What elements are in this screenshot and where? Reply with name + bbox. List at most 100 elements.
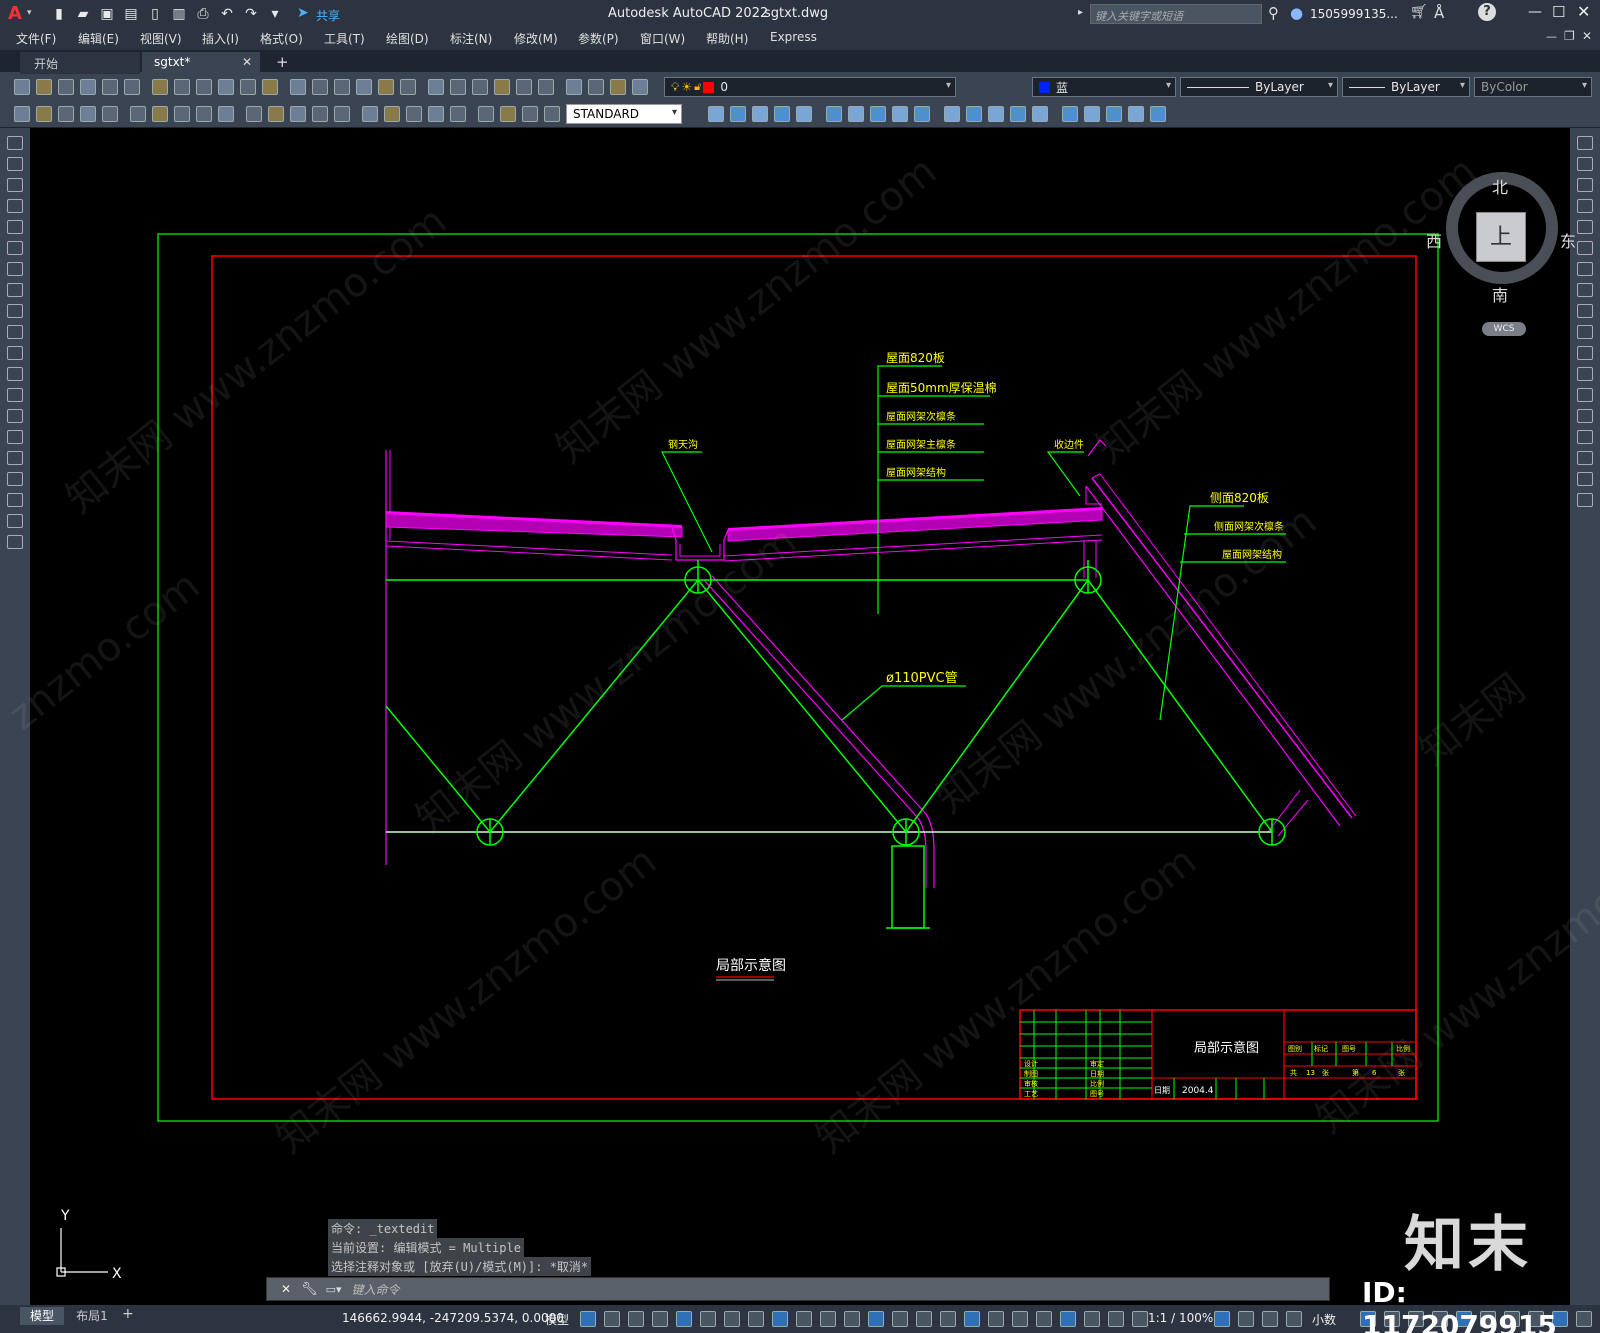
dimension-tool-2-icon[interactable]	[58, 106, 74, 122]
standard-tool-27-icon[interactable]	[632, 79, 648, 95]
draw-tool-3-icon[interactable]	[7, 199, 23, 213]
modify2-tool-11-icon[interactable]	[966, 106, 982, 122]
command-prompt-icon[interactable]: ▭▾	[326, 1283, 342, 1296]
status-toggle-22-icon[interactable]	[1108, 1311, 1124, 1327]
draw-tool-19-icon[interactable]	[7, 535, 23, 549]
new-tab-icon[interactable]: +	[276, 53, 289, 71]
standard-tool-1-icon[interactable]	[36, 79, 52, 95]
redo-icon[interactable]: ↷	[242, 5, 260, 23]
standard-tool-6-icon[interactable]	[152, 79, 168, 95]
status-toggle-21-icon[interactable]	[1084, 1311, 1100, 1327]
standard-tool-12-icon[interactable]	[290, 79, 306, 95]
dimension-tool-5-icon[interactable]	[130, 106, 146, 122]
modify-tool-3-icon[interactable]	[1577, 199, 1593, 213]
search-input[interactable]: 键入关键字或短语	[1090, 4, 1262, 24]
status-toggle-1-icon[interactable]	[604, 1311, 620, 1327]
menu-item-7[interactable]: 标注(N)	[450, 30, 492, 47]
draw-tool-5-icon[interactable]	[7, 241, 23, 255]
status-toggle-19-icon[interactable]	[1036, 1311, 1052, 1327]
menu-item-2[interactable]: 视图(V)	[140, 30, 182, 47]
dimension-tool-4-icon[interactable]	[102, 106, 118, 122]
open-web-icon[interactable]: ▯	[146, 5, 164, 23]
tab-model-layout[interactable]: 模型	[20, 1307, 64, 1325]
modify2-tool-10-icon[interactable]	[944, 106, 960, 122]
dimension-tool-6-icon[interactable]	[152, 106, 168, 122]
compass-south[interactable]: 南	[1492, 282, 1508, 306]
chevron-down-icon[interactable]: ▾	[946, 80, 951, 91]
dimension-tool-15-icon[interactable]	[362, 106, 378, 122]
modify2-tool-17-icon[interactable]	[1106, 106, 1122, 122]
maximize-icon[interactable]: ☐	[1552, 3, 1565, 21]
modify2-tool-0-icon[interactable]	[708, 106, 724, 122]
modify2-tool-16-icon[interactable]	[1084, 106, 1100, 122]
standard-tool-11-icon[interactable]	[262, 79, 278, 95]
dimension-tool-12-icon[interactable]	[290, 106, 306, 122]
standard-tool-5-icon[interactable]	[124, 79, 140, 95]
menu-item-5[interactable]: 工具(T)	[324, 30, 365, 47]
modify-tool-10-icon[interactable]	[1577, 346, 1593, 360]
menu-item-11[interactable]: 帮助(H)	[706, 30, 748, 47]
draw-tool-0-icon[interactable]	[7, 136, 23, 150]
draw-tool-15-icon[interactable]	[7, 451, 23, 465]
dimension-tool-20-icon[interactable]	[478, 106, 494, 122]
dimension-tool-23-icon[interactable]	[544, 106, 560, 122]
modify2-tool-7-icon[interactable]	[870, 106, 886, 122]
status-toggle-25-icon[interactable]	[1238, 1311, 1254, 1327]
standard-tool-8-icon[interactable]	[196, 79, 212, 95]
help-icon[interactable]: ?	[1478, 3, 1496, 21]
modify2-tool-12-icon[interactable]	[988, 106, 1004, 122]
compass-north[interactable]: 北	[1492, 174, 1508, 198]
modify-tool-14-icon[interactable]	[1577, 430, 1593, 444]
tab-sgtxt[interactable]: sgtxt* ✕	[142, 52, 260, 74]
dimension-tool-11-icon[interactable]	[268, 106, 284, 122]
standard-tool-0-icon[interactable]	[14, 79, 30, 95]
standard-tool-24-icon[interactable]	[566, 79, 582, 95]
draw-tool-6-icon[interactable]	[7, 262, 23, 276]
menu-item-9[interactable]: 参数(P)	[578, 30, 619, 47]
user-name[interactable]: 1505999135...	[1310, 7, 1398, 21]
dimension-tool-21-icon[interactable]	[500, 106, 516, 122]
coordinates[interactable]: 146662.9944, -247209.5374, 0.0000	[342, 1311, 564, 1325]
status-toggle-23-icon[interactable]	[1132, 1311, 1148, 1327]
model-space-button[interactable]: 模型	[545, 1311, 569, 1328]
modify-tool-17-icon[interactable]	[1577, 493, 1593, 507]
menu-item-1[interactable]: 编辑(E)	[78, 30, 119, 47]
dimension-tool-8-icon[interactable]	[196, 106, 212, 122]
lineweight-dropdown[interactable]: ByLayer ▾	[1342, 77, 1470, 97]
modify2-tool-8-icon[interactable]	[892, 106, 908, 122]
share-icon[interactable]: ➤	[297, 5, 309, 21]
menu-item-12[interactable]: Express	[770, 30, 817, 44]
status-toggle-27-icon[interactable]	[1286, 1311, 1302, 1327]
modify2-tool-19-icon[interactable]	[1150, 106, 1166, 122]
standard-tool-7-icon[interactable]	[174, 79, 190, 95]
color-dropdown[interactable]: 蓝 ▾	[1032, 77, 1176, 97]
dimension-tool-7-icon[interactable]	[174, 106, 190, 122]
draw-tool-4-icon[interactable]	[7, 220, 23, 234]
draw-tool-17-icon[interactable]	[7, 493, 23, 507]
viewcube[interactable]: 上 北 南 西 东 WCS	[1426, 160, 1576, 350]
doc-close-icon[interactable]: ✕	[1582, 29, 1592, 43]
app-menu-chevron-icon[interactable]: ▾	[27, 8, 32, 18]
status-toggle-12-icon[interactable]	[868, 1311, 884, 1327]
layer-dropdown[interactable]: 💡︎ ☀ 🔓︎ 0 ▾	[664, 77, 956, 97]
status-toggle-4-icon[interactable]	[676, 1311, 692, 1327]
draw-tool-12-icon[interactable]	[7, 388, 23, 402]
layer-on-icon[interactable]: 💡︎	[671, 80, 679, 95]
dimension-tool-22-icon[interactable]	[522, 106, 538, 122]
user-icon[interactable]: ●	[1290, 4, 1303, 22]
chevron-down-icon[interactable]: ▾	[672, 107, 677, 118]
search-expand-icon[interactable]: ▸	[1078, 7, 1083, 18]
close-icon[interactable]: ✕	[1577, 2, 1590, 21]
modify2-tool-9-icon[interactable]	[914, 106, 930, 122]
draw-tool-14-icon[interactable]	[7, 430, 23, 444]
standard-tool-19-icon[interactable]	[450, 79, 466, 95]
menu-item-4[interactable]: 格式(O)	[260, 30, 303, 47]
command-input[interactable]: 键入命令	[352, 1281, 400, 1298]
add-layout-icon[interactable]: +	[122, 1306, 134, 1322]
modify-tool-4-icon[interactable]	[1577, 220, 1593, 234]
dimension-tool-18-icon[interactable]	[428, 106, 444, 122]
modify2-tool-15-icon[interactable]	[1062, 106, 1078, 122]
status-toggle-14-icon[interactable]	[916, 1311, 932, 1327]
standard-tool-3-icon[interactable]	[80, 79, 96, 95]
draw-tool-7-icon[interactable]	[7, 283, 23, 297]
